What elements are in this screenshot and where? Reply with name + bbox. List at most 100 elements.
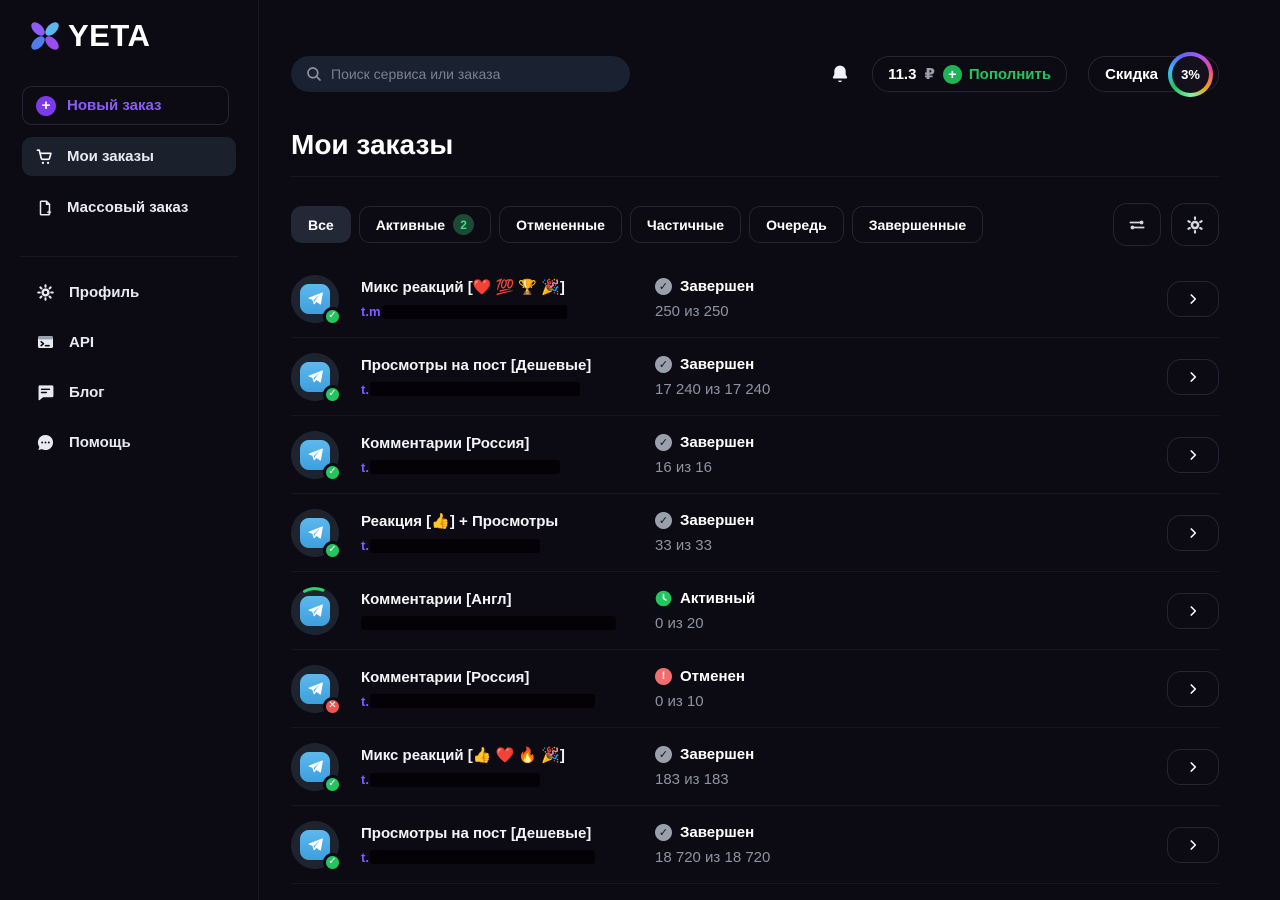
chevron-right-icon bbox=[1186, 760, 1200, 774]
filter-tab[interactable]: Активные 2 bbox=[359, 206, 491, 243]
order-open-button[interactable] bbox=[1167, 281, 1219, 317]
telegram-icon: ✓ ✕ bbox=[291, 665, 339, 713]
order-open-button[interactable] bbox=[1167, 593, 1219, 629]
chevron-right-icon bbox=[1186, 682, 1200, 696]
order-row[interactable]: ✓ ✕ Просмотры на пост [Дешевые] t. ✓ ! bbox=[291, 806, 1219, 884]
brand-logo[interactable]: YETA bbox=[26, 15, 258, 57]
order-info: Комментарии [Англ] bbox=[361, 591, 655, 630]
sort-filter-button[interactable] bbox=[1113, 203, 1161, 246]
sidebar-item-label: Массовый заказ bbox=[67, 199, 188, 216]
topup-label: Пополнить bbox=[969, 66, 1051, 83]
redaction-bar bbox=[370, 694, 595, 708]
redaction-bar bbox=[370, 539, 540, 553]
order-progress: 18 720 из 18 720 bbox=[655, 849, 955, 866]
order-status: ✓ ! Завершен 16 из 16 bbox=[655, 434, 955, 476]
order-link-redacted bbox=[361, 616, 655, 630]
order-open-button[interactable] bbox=[1167, 359, 1219, 395]
filter-tab[interactable]: Отмененные bbox=[499, 206, 622, 243]
order-title: Реакция [👍] + Просмотры bbox=[361, 512, 655, 530]
order-progress: 183 из 183 bbox=[655, 771, 955, 788]
tab-count-badge: 2 bbox=[453, 214, 474, 235]
search-input[interactable] bbox=[291, 56, 630, 92]
chat-dots-icon bbox=[36, 433, 55, 452]
order-status: ✓ ! Завершен 33 из 33 bbox=[655, 512, 955, 554]
topup-button[interactable]: + Пополнить bbox=[943, 65, 1051, 84]
telegram-icon: ✓ ✕ bbox=[291, 353, 339, 401]
order-row[interactable]: ✓ ✕ Микс реакций [👍 ❤️ 🔥 🎉] t. ✓ ! bbox=[291, 728, 1219, 806]
order-progress: 33 из 33 bbox=[655, 537, 955, 554]
filter-tab-label: Очередь bbox=[766, 217, 827, 233]
sidebar-item-api[interactable]: API bbox=[0, 317, 258, 367]
main-content: 11.3 ₽ + Пополнить Скидка 3% Мои заказы bbox=[259, 0, 1280, 900]
filter-tabs: Все Активные 2 Отмененные Частичные Очер… bbox=[291, 206, 983, 243]
order-row[interactable]: ✓ ✕ Реакция [👍] + Просмотры t. ✓ ! За bbox=[291, 494, 1219, 572]
bell-icon[interactable] bbox=[829, 63, 851, 85]
completed-seal-icon: ✓ bbox=[655, 824, 672, 841]
order-open-button[interactable] bbox=[1167, 515, 1219, 551]
balance-amount: 11.3 bbox=[888, 66, 916, 83]
cancelled-alert-icon: ! bbox=[655, 668, 672, 685]
telegram-icon: ✓ ✕ bbox=[291, 821, 339, 869]
filter-tab-label: Частичные bbox=[647, 217, 724, 233]
order-status: ✓ ! Завершен 18 720 из 18 720 bbox=[655, 824, 955, 866]
order-row[interactable]: ✓ ✕ Комментарии [Россия] t. ✓ ! Отмене bbox=[291, 650, 1219, 728]
telegram-icon: ✓ ✕ bbox=[291, 431, 339, 479]
active-clock-icon bbox=[655, 590, 672, 607]
order-row[interactable]: ✓ ✕ Микс реакций [❤️ 💯 🏆 🎉] t.m ✓ ! bbox=[291, 260, 1219, 338]
chevron-right-icon bbox=[1186, 292, 1200, 306]
status-label: Завершен bbox=[680, 746, 754, 763]
sidebar-divider bbox=[20, 256, 238, 257]
chat-lines-icon bbox=[36, 383, 55, 402]
order-row[interactable]: ✓ ✕ Комментарии [Англ] ✓ ! Активный bbox=[291, 572, 1219, 650]
completed-check-badge: ✓ bbox=[323, 775, 342, 794]
filter-tab-label: Все bbox=[308, 217, 334, 233]
discount-pill[interactable]: Скидка 3% bbox=[1088, 56, 1219, 92]
order-info: Микс реакций [❤️ 💯 🏆 🎉] t.m bbox=[361, 278, 655, 319]
completed-seal-icon: ✓ bbox=[655, 512, 672, 529]
order-row[interactable]: ✓ ✕ Комментарии [Россия] t. ✓ ! Заверш bbox=[291, 416, 1219, 494]
redaction-bar bbox=[370, 460, 560, 474]
order-status: ✓ ! Активный 0 из 20 bbox=[655, 590, 955, 632]
chevron-right-icon bbox=[1186, 526, 1200, 540]
order-link-redacted: t.m bbox=[361, 304, 655, 319]
filters-bar: Все Активные 2 Отмененные Частичные Очер… bbox=[291, 203, 1219, 246]
sidebar-item-bulk-order[interactable]: Массовый заказ bbox=[22, 188, 236, 227]
filter-tab[interactable]: Все bbox=[291, 206, 351, 243]
new-order-button[interactable]: + Новый заказ bbox=[22, 86, 229, 125]
filter-tab[interactable]: Очередь bbox=[749, 206, 844, 243]
discount-ring-icon: 3% bbox=[1168, 52, 1213, 97]
sidebar-item-profile[interactable]: Профиль bbox=[0, 267, 258, 317]
sidebar: YETA + Новый заказ Мои заказы bbox=[0, 0, 259, 900]
order-open-button[interactable] bbox=[1167, 827, 1219, 863]
list-settings-button[interactable] bbox=[1171, 203, 1219, 246]
progress-ring-icon bbox=[291, 587, 339, 635]
order-link-redacted: t. bbox=[361, 772, 655, 787]
new-order-label: Новый заказ bbox=[67, 97, 162, 114]
order-link-redacted: t. bbox=[361, 460, 655, 475]
order-open-button[interactable] bbox=[1167, 749, 1219, 785]
sidebar-item-label: Мои заказы bbox=[67, 148, 154, 165]
order-open-button[interactable] bbox=[1167, 671, 1219, 707]
redaction-bar bbox=[382, 305, 567, 319]
status-label: Отменен bbox=[680, 668, 745, 685]
page-title: Мои заказы bbox=[291, 129, 1219, 161]
sidebar-item-help[interactable]: Помощь bbox=[0, 417, 258, 467]
completed-check-badge: ✓ bbox=[323, 541, 342, 560]
telegram-icon: ✓ ✕ bbox=[291, 275, 339, 323]
status-label: Завершен bbox=[680, 278, 754, 295]
sliders-icon bbox=[1127, 215, 1147, 235]
sidebar-item-my-orders[interactable]: Мои заказы bbox=[22, 137, 236, 176]
terminal-icon bbox=[36, 333, 55, 352]
gear-icon bbox=[1185, 215, 1205, 235]
order-link-redacted: t. bbox=[361, 850, 655, 865]
order-open-button[interactable] bbox=[1167, 437, 1219, 473]
sidebar-item-blog[interactable]: Блог bbox=[0, 367, 258, 417]
order-link-redacted: t. bbox=[361, 694, 655, 709]
order-progress: 17 240 из 17 240 bbox=[655, 381, 955, 398]
order-status: ✓ ! Завершен 183 из 183 bbox=[655, 746, 955, 788]
filter-tab[interactable]: Частичные bbox=[630, 206, 741, 243]
filter-tab[interactable]: Завершенные bbox=[852, 206, 983, 243]
redaction-bar bbox=[370, 773, 540, 787]
file-plus-icon bbox=[35, 198, 54, 217]
order-row[interactable]: ✓ ✕ Просмотры на пост [Дешевые] t. ✓ ! bbox=[291, 338, 1219, 416]
